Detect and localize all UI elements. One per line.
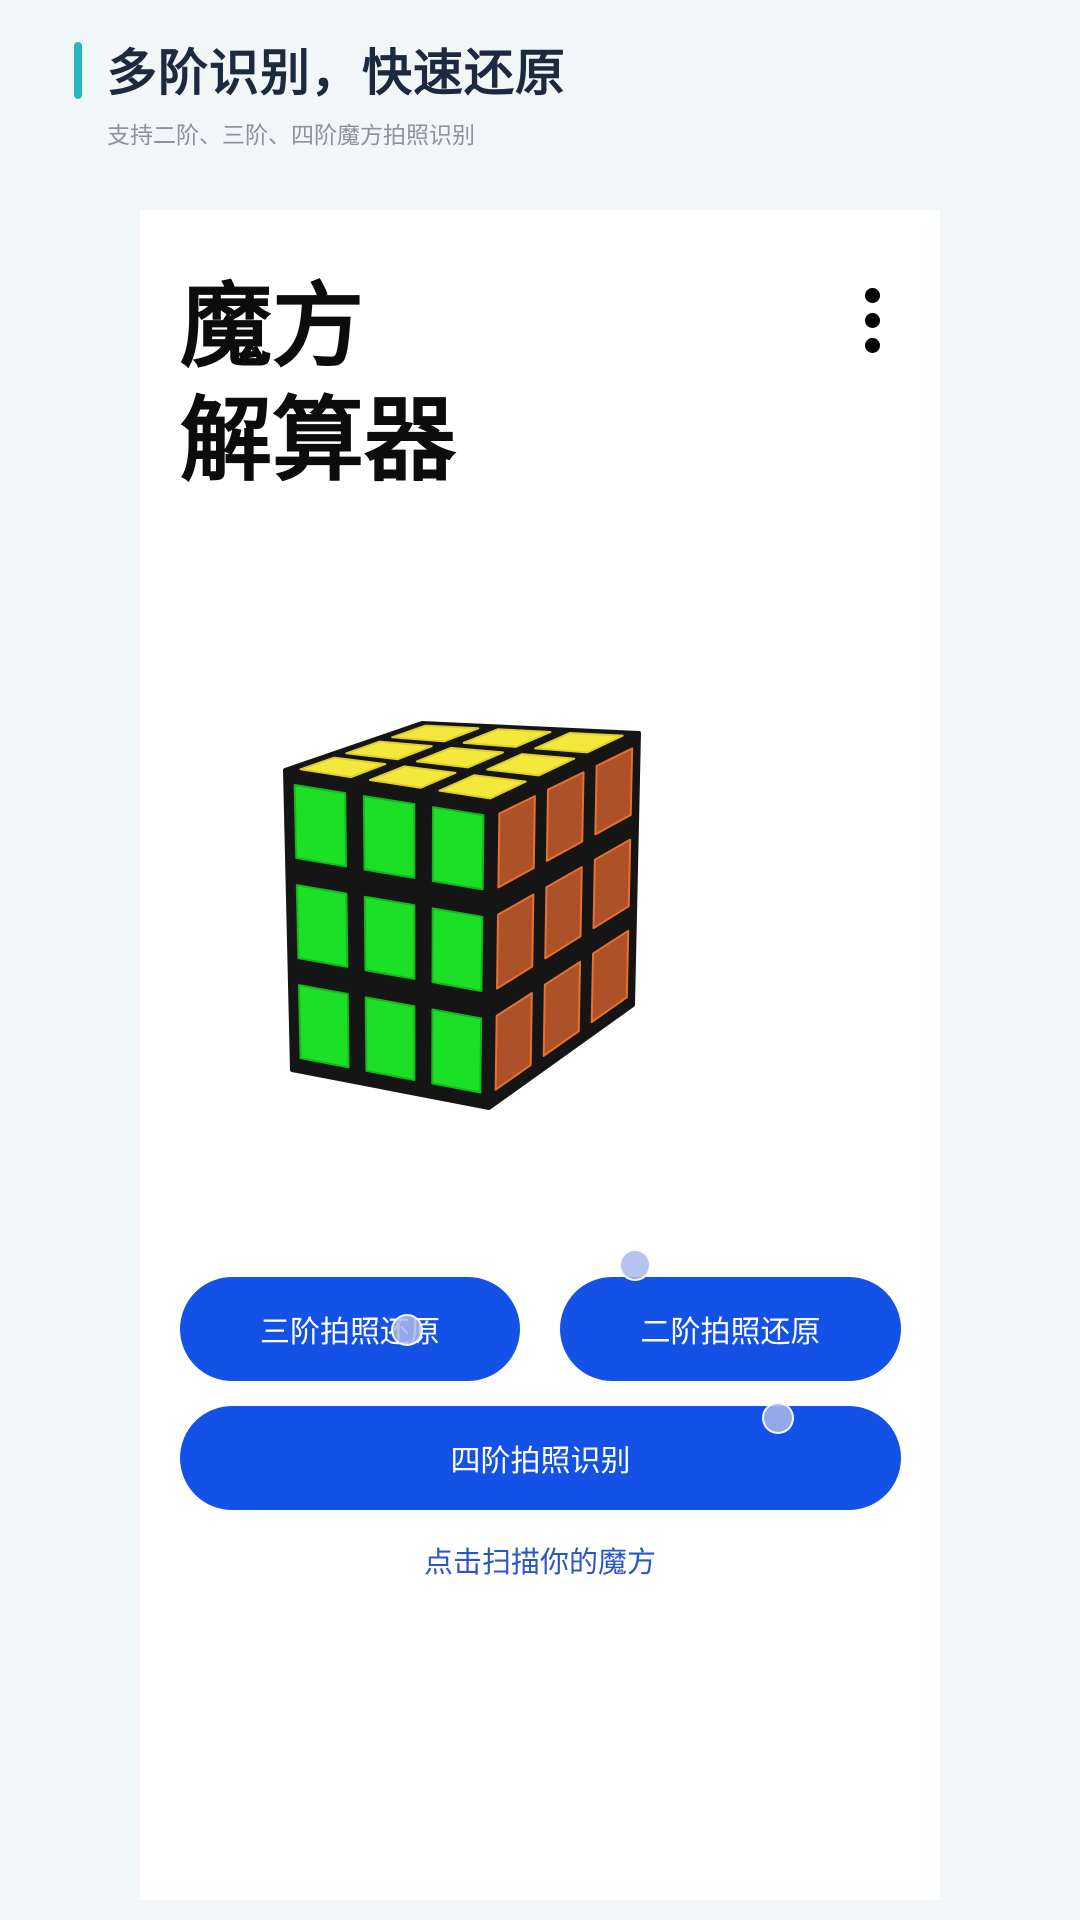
more-vert-icon: [865, 288, 880, 303]
recognize-4x4-button[interactable]: 四阶拍照识别: [180, 1406, 901, 1510]
app-screen: 魔方 解算器 三阶拍照还原 二阶拍照还原 四阶拍照识别 点击扫描你的魔方: [140, 210, 940, 1900]
cube-sticker-green: [431, 806, 485, 891]
cube-sticker-green: [431, 907, 484, 992]
cube-sticker-green: [364, 996, 416, 1081]
more-vert-icon-dot: [865, 313, 880, 328]
cube-sticker-green: [431, 1008, 483, 1094]
more-options-button[interactable]: [853, 280, 893, 360]
promo-accent-bar: [74, 42, 82, 99]
cube-sticker-green: [293, 783, 348, 868]
cube-sticker-green: [362, 795, 416, 879]
solve-2x2-button[interactable]: 二阶拍照还原: [560, 1277, 901, 1381]
more-vert-icon-dot: [865, 338, 880, 353]
scan-cube-link[interactable]: 点击扫描你的魔方: [140, 1540, 940, 1584]
app-title-line-2: 解算器: [180, 387, 457, 494]
cube-sticker-green: [363, 895, 416, 980]
promo-title: 多阶识别，快速还原: [107, 44, 566, 102]
app-title: 魔方 解算器: [180, 270, 680, 498]
app-title-line-1: 魔方: [180, 273, 365, 380]
rubiks-cube-icon: [283, 721, 641, 1110]
cube-front-face: [293, 783, 485, 1094]
promo-subtitle: 支持二阶、三阶、四阶魔方拍照识别: [107, 123, 475, 149]
solve-3x3-button[interactable]: 三阶拍照还原: [180, 1277, 520, 1381]
cube-sticker-green: [295, 884, 349, 968]
cube-sticker-green: [297, 984, 350, 1069]
